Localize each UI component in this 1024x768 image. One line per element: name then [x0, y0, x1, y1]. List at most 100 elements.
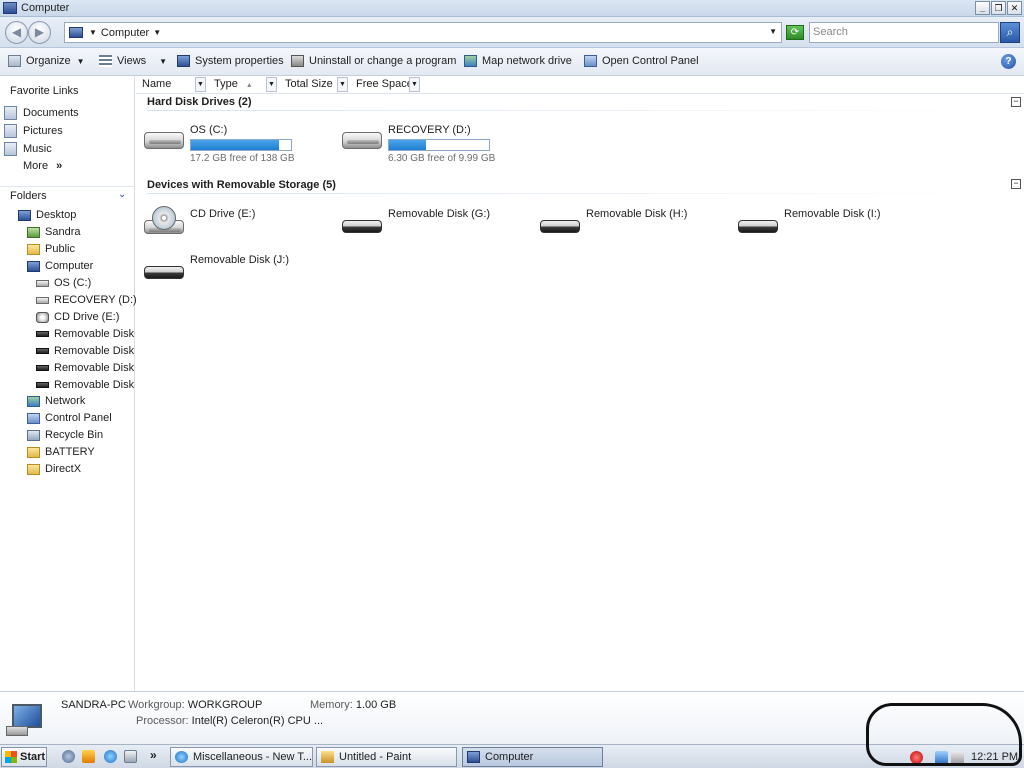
address-dropdown-icon[interactable]: ▼ — [769, 27, 777, 36]
address-field[interactable]: ▼ Computer ▼ ▼ — [64, 22, 782, 43]
tree-item-removable-disk[interactable]: Removable Disk — [36, 328, 134, 340]
column-total-size[interactable]: Total Size — [285, 78, 333, 90]
back-button[interactable]: ◀ — [5, 21, 28, 44]
tree-item-battery[interactable]: BATTERY — [27, 446, 95, 458]
tree-item-public[interactable]: Public — [27, 243, 75, 255]
drive-item-os-c[interactable]: OS (C:) 17.2 GB free of 138 GB — [143, 122, 295, 164]
column-name[interactable]: Name — [142, 78, 171, 90]
switch-windows-icon[interactable] — [124, 750, 137, 763]
search-input[interactable]: Search — [809, 22, 999, 43]
restore-button[interactable]: ❐ — [991, 1, 1006, 15]
column-free-space[interactable]: Free Space — [356, 78, 413, 90]
column-type[interactable]: Type ▲ — [214, 78, 253, 90]
breadcrumb-arrow-icon[interactable]: ▼ — [89, 28, 97, 37]
removable-disk-icon — [36, 382, 49, 388]
taskbar-item-computer[interactable]: Computer — [462, 747, 603, 767]
drive-item-removable-g[interactable]: Removable Disk (G:) — [341, 206, 490, 234]
network-icon[interactable] — [935, 751, 948, 764]
tree-item-desktop[interactable]: Desktop — [18, 209, 76, 221]
details-pane: SANDRA-PC Workgroup: WORKGROUP Memory: 1… — [0, 691, 1024, 744]
group-hard-disk-drives[interactable]: Hard Disk Drives (2) — [147, 96, 252, 108]
forward-button[interactable]: ▶ — [28, 21, 51, 44]
column-filter-dropdown-icon[interactable]: ▼ — [337, 77, 348, 92]
more-favorites-link[interactable]: More» — [23, 160, 62, 172]
volume-muted-icon[interactable] — [951, 751, 964, 764]
cd-drive-icon — [143, 206, 185, 234]
drive-item-recovery-d[interactable]: RECOVERY (D:) 6.30 GB free of 9.99 GB — [341, 122, 495, 164]
search-icon[interactable]: ⌕ — [1000, 22, 1020, 43]
chevron-down-icon[interactable]: ⌄ — [118, 189, 126, 200]
uninstall-program-button[interactable]: Uninstall or change a program — [291, 55, 456, 67]
computer-icon — [69, 27, 83, 38]
tree-item-removable-disk[interactable]: Removable Disk — [36, 362, 134, 374]
internet-explorer-icon[interactable] — [104, 750, 117, 763]
drive-item-removable-i[interactable]: Removable Disk (I:) — [737, 206, 881, 234]
title-bar: Computer _ ❐ ✕ — [0, 0, 1024, 17]
tree-item-control-panel[interactable]: Control Panel — [27, 412, 112, 424]
removable-disk-icon — [341, 206, 383, 234]
drive-name: CD Drive (E:) — [190, 208, 256, 220]
breadcrumb-arrow-icon[interactable]: ▼ — [153, 28, 161, 37]
removable-disk-icon — [36, 331, 49, 337]
command-bar: Organize ▼ Views ▼ System properties Unins… — [0, 48, 1024, 76]
tree-item-os-c[interactable]: OS (C:) — [36, 277, 91, 289]
processor-info: Processor: Intel(R) Celeron(R) CPU ... — [136, 715, 324, 727]
drive-item-cd-e[interactable]: CD Drive (E:) — [143, 206, 255, 234]
documents-icon — [4, 106, 17, 120]
open-control-panel-button[interactable]: Open Control Panel — [584, 55, 699, 67]
breadcrumb-computer[interactable]: Computer — [101, 27, 149, 39]
favorite-music[interactable]: Music — [4, 142, 52, 156]
quick-launch-overflow[interactable]: » — [150, 748, 157, 762]
cd-drive-icon — [36, 311, 49, 323]
removable-disk-icon — [539, 206, 581, 234]
music-icon — [4, 142, 17, 156]
help-icon[interactable]: ? — [1001, 54, 1016, 69]
control-panel-icon — [27, 412, 40, 424]
security-alert-icon[interactable] — [910, 751, 923, 764]
drive-free-space: 17.2 GB free of 138 GB — [190, 153, 295, 164]
media-player-icon[interactable] — [82, 750, 95, 763]
tree-item-network[interactable]: Network — [27, 395, 85, 407]
paint-icon — [321, 751, 334, 763]
taskbar-item-notepad[interactable]: Miscellaneous - New T... — [170, 747, 313, 767]
start-button[interactable]: Start — [1, 747, 47, 767]
favorite-links-heading: Favorite Links — [10, 85, 79, 97]
column-headers: Name ▼ Type ▲ ▼ Total Size ▼ Free Space ▼ — [136, 76, 1024, 94]
folders-heading[interactable]: Folders — [10, 190, 47, 202]
workgroup-info: Workgroup: WORKGROUP — [128, 699, 263, 711]
tree-item-recycle-bin[interactable]: Recycle Bin — [27, 429, 103, 441]
tree-item-removable-disk[interactable]: Removable Disk — [36, 345, 134, 357]
collapse-group-icon[interactable]: − — [1011, 97, 1021, 107]
tree-item-cd-drive[interactable]: CD Drive (E:) — [36, 311, 119, 323]
tree-item-directx[interactable]: DirectX — [27, 463, 81, 475]
taskbar-item-paint[interactable]: Untitled - Paint — [316, 747, 457, 767]
close-button[interactable]: ✕ — [1007, 1, 1022, 15]
tree-item-sandra[interactable]: Sandra — [27, 226, 80, 238]
uninstall-icon — [291, 55, 304, 67]
refresh-button[interactable]: ⟳ — [786, 25, 804, 40]
control-panel-icon — [584, 55, 597, 67]
drive-item-removable-h[interactable]: Removable Disk (H:) — [539, 206, 687, 234]
system-properties-button[interactable]: System properties — [177, 55, 284, 67]
column-filter-dropdown-icon[interactable]: ▼ — [409, 77, 420, 92]
column-filter-dropdown-icon[interactable]: ▼ — [266, 77, 277, 92]
drive-item-removable-j[interactable]: Removable Disk (J:) — [143, 252, 289, 280]
tree-item-recovery-d[interactable]: RECOVERY (D:) — [36, 294, 137, 306]
tree-item-removable-disk[interactable]: Removable Disk — [36, 379, 134, 391]
column-filter-dropdown-icon[interactable]: ▼ — [195, 77, 206, 92]
address-toolbar: ◀ ▶ ▼ Computer ▼ ▼ ⟳ Search ⌕ — [0, 17, 1024, 48]
window-controls: _ ❐ ✕ — [975, 1, 1022, 15]
clock[interactable]: 12:21 PM — [971, 751, 1018, 763]
minimize-button[interactable]: _ — [975, 1, 990, 15]
map-network-drive-button[interactable]: Map network drive — [464, 55, 572, 67]
favorite-pictures[interactable]: Pictures — [4, 124, 63, 138]
removable-disk-icon — [143, 252, 185, 280]
tree-item-computer[interactable]: Computer — [27, 260, 93, 272]
favorite-documents[interactable]: Documents — [4, 106, 79, 120]
computer-icon — [6, 704, 44, 736]
views-button[interactable]: Views ▼ — [99, 55, 167, 67]
organize-button[interactable]: Organize ▼ — [8, 55, 85, 67]
collapse-group-icon[interactable]: − — [1011, 179, 1021, 189]
show-desktop-icon[interactable] — [62, 750, 75, 763]
group-removable-storage[interactable]: Devices with Removable Storage (5) — [147, 179, 336, 191]
